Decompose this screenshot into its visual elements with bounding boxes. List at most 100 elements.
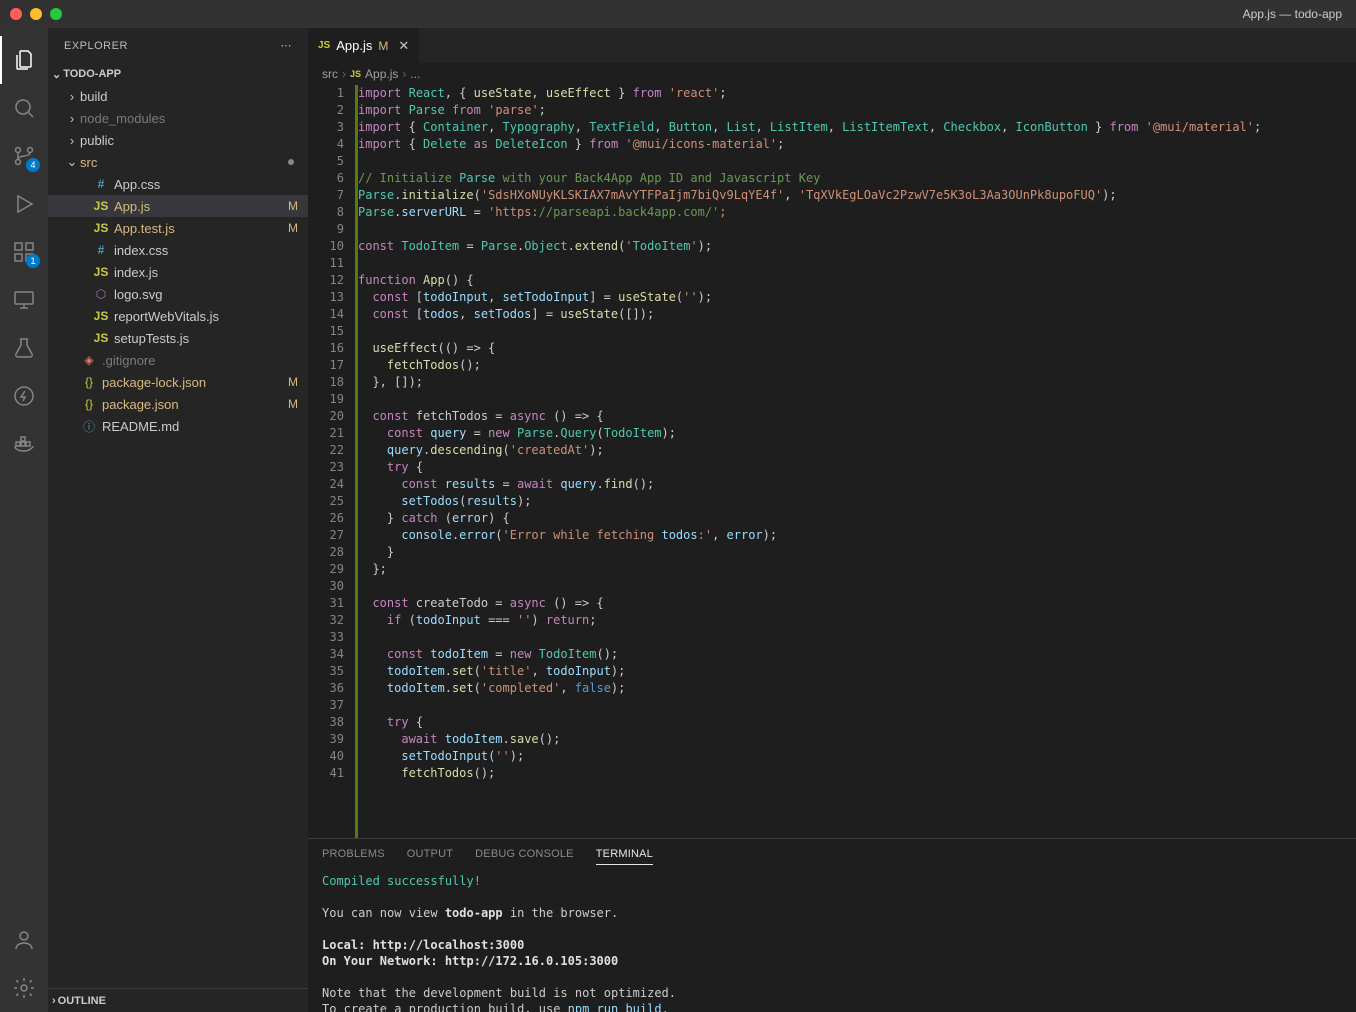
- tree-item-label: App.css: [114, 177, 298, 192]
- play-icon: [12, 192, 36, 216]
- file-item[interactable]: ⬡logo.svg: [48, 283, 308, 305]
- code-line[interactable]: const results = await query.find();: [358, 476, 1356, 493]
- account-icon: [12, 928, 36, 952]
- file-item[interactable]: #App.css: [48, 173, 308, 195]
- file-item[interactable]: JSindex.js: [48, 261, 308, 283]
- panel-tab-debug-console[interactable]: DEBUG CONSOLE: [475, 848, 574, 860]
- code-line[interactable]: setTodoInput('');: [358, 748, 1356, 765]
- file-item[interactable]: #index.css: [48, 239, 308, 261]
- panel-tab-terminal[interactable]: TERMINAL: [596, 848, 653, 865]
- code-line[interactable]: [358, 629, 1356, 646]
- run-activity[interactable]: [0, 180, 48, 228]
- code-line[interactable]: [358, 323, 1356, 340]
- tree-item-label: index.js: [114, 265, 298, 280]
- line-number-gutter: 1234567891011121314151617181920212223242…: [308, 85, 358, 838]
- code-line[interactable]: Parse.initialize('SdsHXoNUyKLSKIAX7mAvYT…: [358, 187, 1356, 204]
- code-line[interactable]: const [todoInput, setTodoInput] = useSta…: [358, 289, 1356, 306]
- remote-activity[interactable]: [0, 276, 48, 324]
- code-line[interactable]: [358, 221, 1356, 238]
- folder-item[interactable]: ›node_modules: [48, 107, 308, 129]
- dirty-dot-icon: [288, 159, 294, 165]
- tree-item-label: .gitignore: [102, 353, 298, 368]
- code-line[interactable]: const fetchTodos = async () => {: [358, 408, 1356, 425]
- outline-section[interactable]: › OUTLINE: [48, 988, 308, 1012]
- folder-item[interactable]: ›build: [48, 85, 308, 107]
- code-line[interactable]: [358, 255, 1356, 272]
- file-item[interactable]: JSApp.test.jsM: [48, 217, 308, 239]
- folder-item[interactable]: ⌄src: [48, 151, 308, 173]
- extensions-activity[interactable]: 1: [0, 228, 48, 276]
- breadcrumb[interactable]: src › JS App.js › ...: [308, 63, 1356, 85]
- file-item[interactable]: {}package-lock.jsonM: [48, 371, 308, 393]
- code-line[interactable]: todoItem.set('completed', false);: [358, 680, 1356, 697]
- code-line[interactable]: console.error('Error while fetching todo…: [358, 527, 1356, 544]
- code-line[interactable]: import React, { useState, useEffect } fr…: [358, 85, 1356, 102]
- workspace-folder-name: TODO-APP: [63, 68, 121, 80]
- code-line[interactable]: if (todoInput === '') return;: [358, 612, 1356, 629]
- code-line[interactable]: const todoItem = new TodoItem();: [358, 646, 1356, 663]
- explorer-activity[interactable]: [0, 36, 48, 84]
- code-line[interactable]: setTodos(results);: [358, 493, 1356, 510]
- code-line[interactable]: fetchTodos();: [358, 357, 1356, 374]
- activity-bar: 4 1: [0, 28, 48, 1012]
- code-line[interactable]: useEffect(() => {: [358, 340, 1356, 357]
- file-item[interactable]: ◈.gitignore: [48, 349, 308, 371]
- terminal-line: You can now view todo-app in the browser…: [322, 905, 1342, 921]
- folder-item[interactable]: ›public: [48, 129, 308, 151]
- code-line[interactable]: };: [358, 561, 1356, 578]
- settings-activity[interactable]: [0, 964, 48, 1012]
- code-line[interactable]: [358, 391, 1356, 408]
- scm-badge: 4: [26, 158, 40, 172]
- code-line[interactable]: const query = new Parse.Query(TodoItem);: [358, 425, 1356, 442]
- code-line[interactable]: const TodoItem = Parse.Object.extend('To…: [358, 238, 1356, 255]
- docker-activity[interactable]: [0, 420, 48, 468]
- code-line[interactable]: } catch (error) {: [358, 510, 1356, 527]
- code-line[interactable]: todoItem.set('title', todoInput);: [358, 663, 1356, 680]
- tab-label: App.js: [336, 38, 372, 53]
- code-line[interactable]: [358, 578, 1356, 595]
- docker-icon: [12, 432, 36, 456]
- code-line[interactable]: const [todos, setTodos] = useState([]);: [358, 306, 1356, 323]
- panel-tab-problems[interactable]: PROBLEMS: [322, 848, 385, 860]
- terminal-line: Note that the development build is not o…: [322, 985, 1342, 1001]
- tab-close-icon[interactable]: ✕: [398, 38, 409, 54]
- bolt-activity[interactable]: [0, 372, 48, 420]
- account-activity[interactable]: [0, 916, 48, 964]
- code-line[interactable]: }, []);: [358, 374, 1356, 391]
- code-line[interactable]: try {: [358, 714, 1356, 731]
- sidebar-more-icon[interactable]: ⋯: [281, 39, 293, 52]
- tab-app-js[interactable]: JS App.js M ✕: [308, 28, 420, 63]
- testing-activity[interactable]: [0, 324, 48, 372]
- gear-icon: [12, 976, 36, 1000]
- code-line[interactable]: import Parse from 'parse';: [358, 102, 1356, 119]
- code-line[interactable]: query.descending('createdAt');: [358, 442, 1356, 459]
- file-item[interactable]: JSreportWebVitals.js: [48, 305, 308, 327]
- code-line[interactable]: import { Container, Typography, TextFiel…: [358, 119, 1356, 136]
- scm-activity[interactable]: 4: [0, 132, 48, 180]
- file-item[interactable]: JSsetupTests.js: [48, 327, 308, 349]
- code-body[interactable]: import React, { useState, useEffect } fr…: [358, 85, 1356, 838]
- code-line[interactable]: [358, 697, 1356, 714]
- panel-tab-output[interactable]: OUTPUT: [407, 848, 453, 860]
- code-line[interactable]: try {: [358, 459, 1356, 476]
- code-line[interactable]: import { Delete as DeleteIcon } from '@m…: [358, 136, 1356, 153]
- code-line[interactable]: const createTodo = async () => {: [358, 595, 1356, 612]
- breadcrumb-part[interactable]: src: [322, 67, 338, 81]
- code-line[interactable]: fetchTodos();: [358, 765, 1356, 782]
- code-line[interactable]: await todoItem.save();: [358, 731, 1356, 748]
- code-line[interactable]: function App() {: [358, 272, 1356, 289]
- code-editor[interactable]: 1234567891011121314151617181920212223242…: [308, 85, 1356, 838]
- file-item[interactable]: JSApp.jsM: [48, 195, 308, 217]
- search-activity[interactable]: [0, 84, 48, 132]
- breadcrumb-part[interactable]: ...: [410, 67, 420, 81]
- workspace-folder-header[interactable]: ⌄ TODO-APP: [48, 63, 308, 85]
- code-line[interactable]: }: [358, 544, 1356, 561]
- breadcrumb-part[interactable]: App.js: [365, 67, 398, 81]
- code-line[interactable]: [358, 153, 1356, 170]
- code-line[interactable]: // Initialize Parse with your Back4App A…: [358, 170, 1356, 187]
- git-status-badge: M: [288, 375, 298, 389]
- terminal-output[interactable]: Compiled successfully! You can now view …: [308, 869, 1356, 1012]
- file-item[interactable]: {}package.jsonM: [48, 393, 308, 415]
- file-item[interactable]: ⓘREADME.md: [48, 415, 308, 437]
- code-line[interactable]: Parse.serverURL = 'https://parseapi.back…: [358, 204, 1356, 221]
